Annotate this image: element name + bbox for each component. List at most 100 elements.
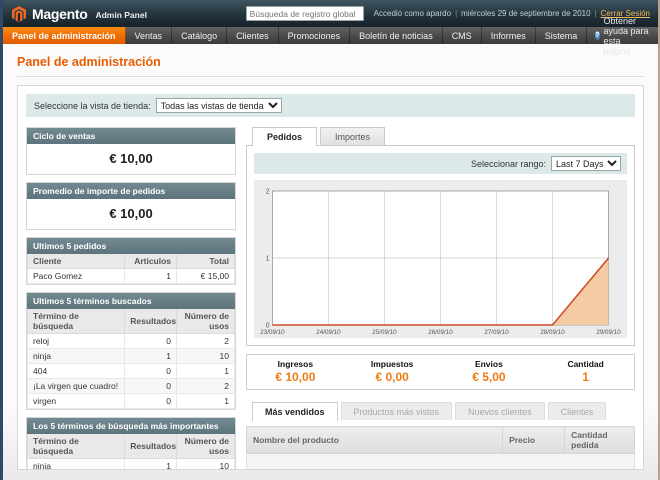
nav-item[interactable]: Informes [482,27,536,44]
column-header: Término de búsqueda [28,434,125,459]
svg-text:29/09/10: 29/09/10 [596,329,621,336]
stat-value: 1 [537,370,634,384]
title-divider [17,76,644,77]
bottom-tab[interactable]: Nuevos clientes [455,402,545,420]
svg-text:27/09/10: 27/09/10 [484,329,509,336]
range-label: Seleccionar rango: [471,159,546,169]
box-header: Ciclo de ventas [27,128,235,144]
table-cell: 10 [177,349,235,364]
table-row: virgen01 [28,394,235,409]
magento-logo-icon [11,6,27,22]
table-cell: 0 [125,364,177,379]
box-header: Los 5 términos de búsqueda más important… [27,418,235,434]
table-cell: 10 [177,459,235,471]
orders-chart: 01223/09/1024/09/1025/09/1026/09/1027/09… [254,180,627,338]
dashboard-container: Seleccione la vista de tienda: Todas las… [17,85,644,470]
svg-text:28/09/10: 28/09/10 [540,329,565,336]
column-header: Total [177,254,235,269]
stat-label: Envios [441,359,538,369]
page-title: Panel de administración [17,55,644,69]
last-search-table: Término de búsquedaResultadosNúmero de u… [27,309,235,409]
table-cell: € 15,00 [177,269,235,284]
svg-text:1: 1 [266,255,270,262]
column-header: Articulos [125,254,177,269]
table-cell: reloj [28,334,125,349]
stat-label: Ingresos [247,359,344,369]
tab-pedidos[interactable]: Pedidos [252,127,317,146]
column-header: Resultados [125,434,177,459]
store-switcher-label: Seleccione la vista de tienda: [34,101,151,111]
nav-item[interactable]: Panel de administración [3,27,126,44]
nav-item[interactable]: Boletín de noticias [350,27,443,44]
help-label: Obtener ayuda para esta página [604,16,651,56]
table-row: ninja110 [28,459,235,471]
range-bar: Seleccionar rango: Last 7 Days [254,153,627,174]
table-cell: ¡La virgen que cuadro! [28,379,125,394]
stat-value: € 0,00 [344,370,441,384]
chart-panel: Seleccionar rango: Last 7 Days 01223/09/… [246,145,635,346]
tab-importes[interactable]: Importes [320,127,385,145]
chart-tabs: PedidosImportes [246,127,635,145]
help-link[interactable]: ? Obtener ayuda para esta página [587,27,658,44]
last-orders-box: Ultimos 5 pedidos ClienteArticulosTotalP… [26,237,236,285]
top-search-table: Término de búsquedaResultadosNúmero de u… [27,434,235,470]
nav-item[interactable]: Ventas [126,27,173,44]
table-row: 40401 [28,364,235,379]
table-row: ¡La virgen que cuadro!02 [28,379,235,394]
table-cell: ninja [28,349,125,364]
stats-sidebar: Ciclo de ventas € 10,00 Promedio de impo… [26,127,236,470]
last-search-terms-box: Ultimos 5 términos buscados Término de b… [26,292,236,410]
table-cell: 0 [125,379,177,394]
table-cell: 1 [125,459,177,471]
range-select[interactable]: Last 7 Days [551,156,621,171]
nav-item[interactable]: Sistema [536,27,588,44]
box-header: Promedio de importe de pedidos [27,183,235,199]
stat-value: € 5,00 [441,370,538,384]
separator: | [455,9,457,18]
column-header: Número de usos [177,309,235,334]
bottom-tabs: Más vendidosProductos más vistosNuevos c… [246,402,635,420]
column-header: Número de usos [177,434,235,459]
bottom-tab[interactable]: Productos más vistos [341,402,453,420]
box-header: Ultimos 5 términos buscados [27,293,235,309]
table-cell: 2 [177,379,235,394]
table-row: reloj02 [28,334,235,349]
stat-value: € 10,00 [247,370,344,384]
nav-item[interactable]: Promociones [279,27,351,44]
column-header: Término de búsqueda [28,309,125,334]
store-switcher: Seleccione la vista de tienda: Todas las… [26,94,635,117]
table-cell: 2 [177,334,235,349]
table-cell: virgen [28,394,125,409]
table-cell: Paco Gomez [28,269,125,284]
svg-text:25/09/10: 25/09/10 [372,329,397,336]
global-search-input[interactable] [246,6,364,21]
table-cell: 404 [28,364,125,379]
nav-item[interactable]: Catálogo [172,27,227,44]
stat-label: Cantidad [537,359,634,369]
products-table: Nombre del producto Precio Cantidad pedi… [246,426,635,470]
bottom-tab[interactable]: Clientes [548,402,607,420]
bottom-tab[interactable]: Más vendidos [252,402,338,421]
stat-envios: Envios€ 5,00 [441,355,538,389]
table-cell: 1 [177,394,235,409]
nav-item[interactable]: Clientes [227,27,279,44]
table-row: Paco Gomez1€ 15,00 [28,269,235,284]
nav-item[interactable]: CMS [443,27,482,44]
table-cell: 1 [177,364,235,379]
table-cell: 0 [125,394,177,409]
empty-message: No se encontraron registros. [247,454,635,471]
column-header: Precio [503,427,565,454]
logo-subtitle: Admin Panel [95,10,146,20]
logged-in-as: Accedió como apardo [374,9,451,18]
table-cell: 0 [125,334,177,349]
main-nav: Panel de administraciónVentasCatálogoCli… [3,27,658,44]
magento-logo: Magento Admin Panel [11,6,147,22]
avg-order-value: € 10,00 [27,199,235,229]
help-icon: ? [595,31,599,40]
stat-impuestos: Impuestos€ 0,00 [344,355,441,389]
stat-label: Impuestos [344,359,441,369]
store-view-select[interactable]: Todas las vistas de tienda [156,98,282,113]
top-header: Magento Admin Panel Accedió como apardo … [3,0,658,27]
sales-cycle-value: € 10,00 [27,144,235,174]
window-frame: Magento Admin Panel Accedió como apardo … [0,0,660,480]
